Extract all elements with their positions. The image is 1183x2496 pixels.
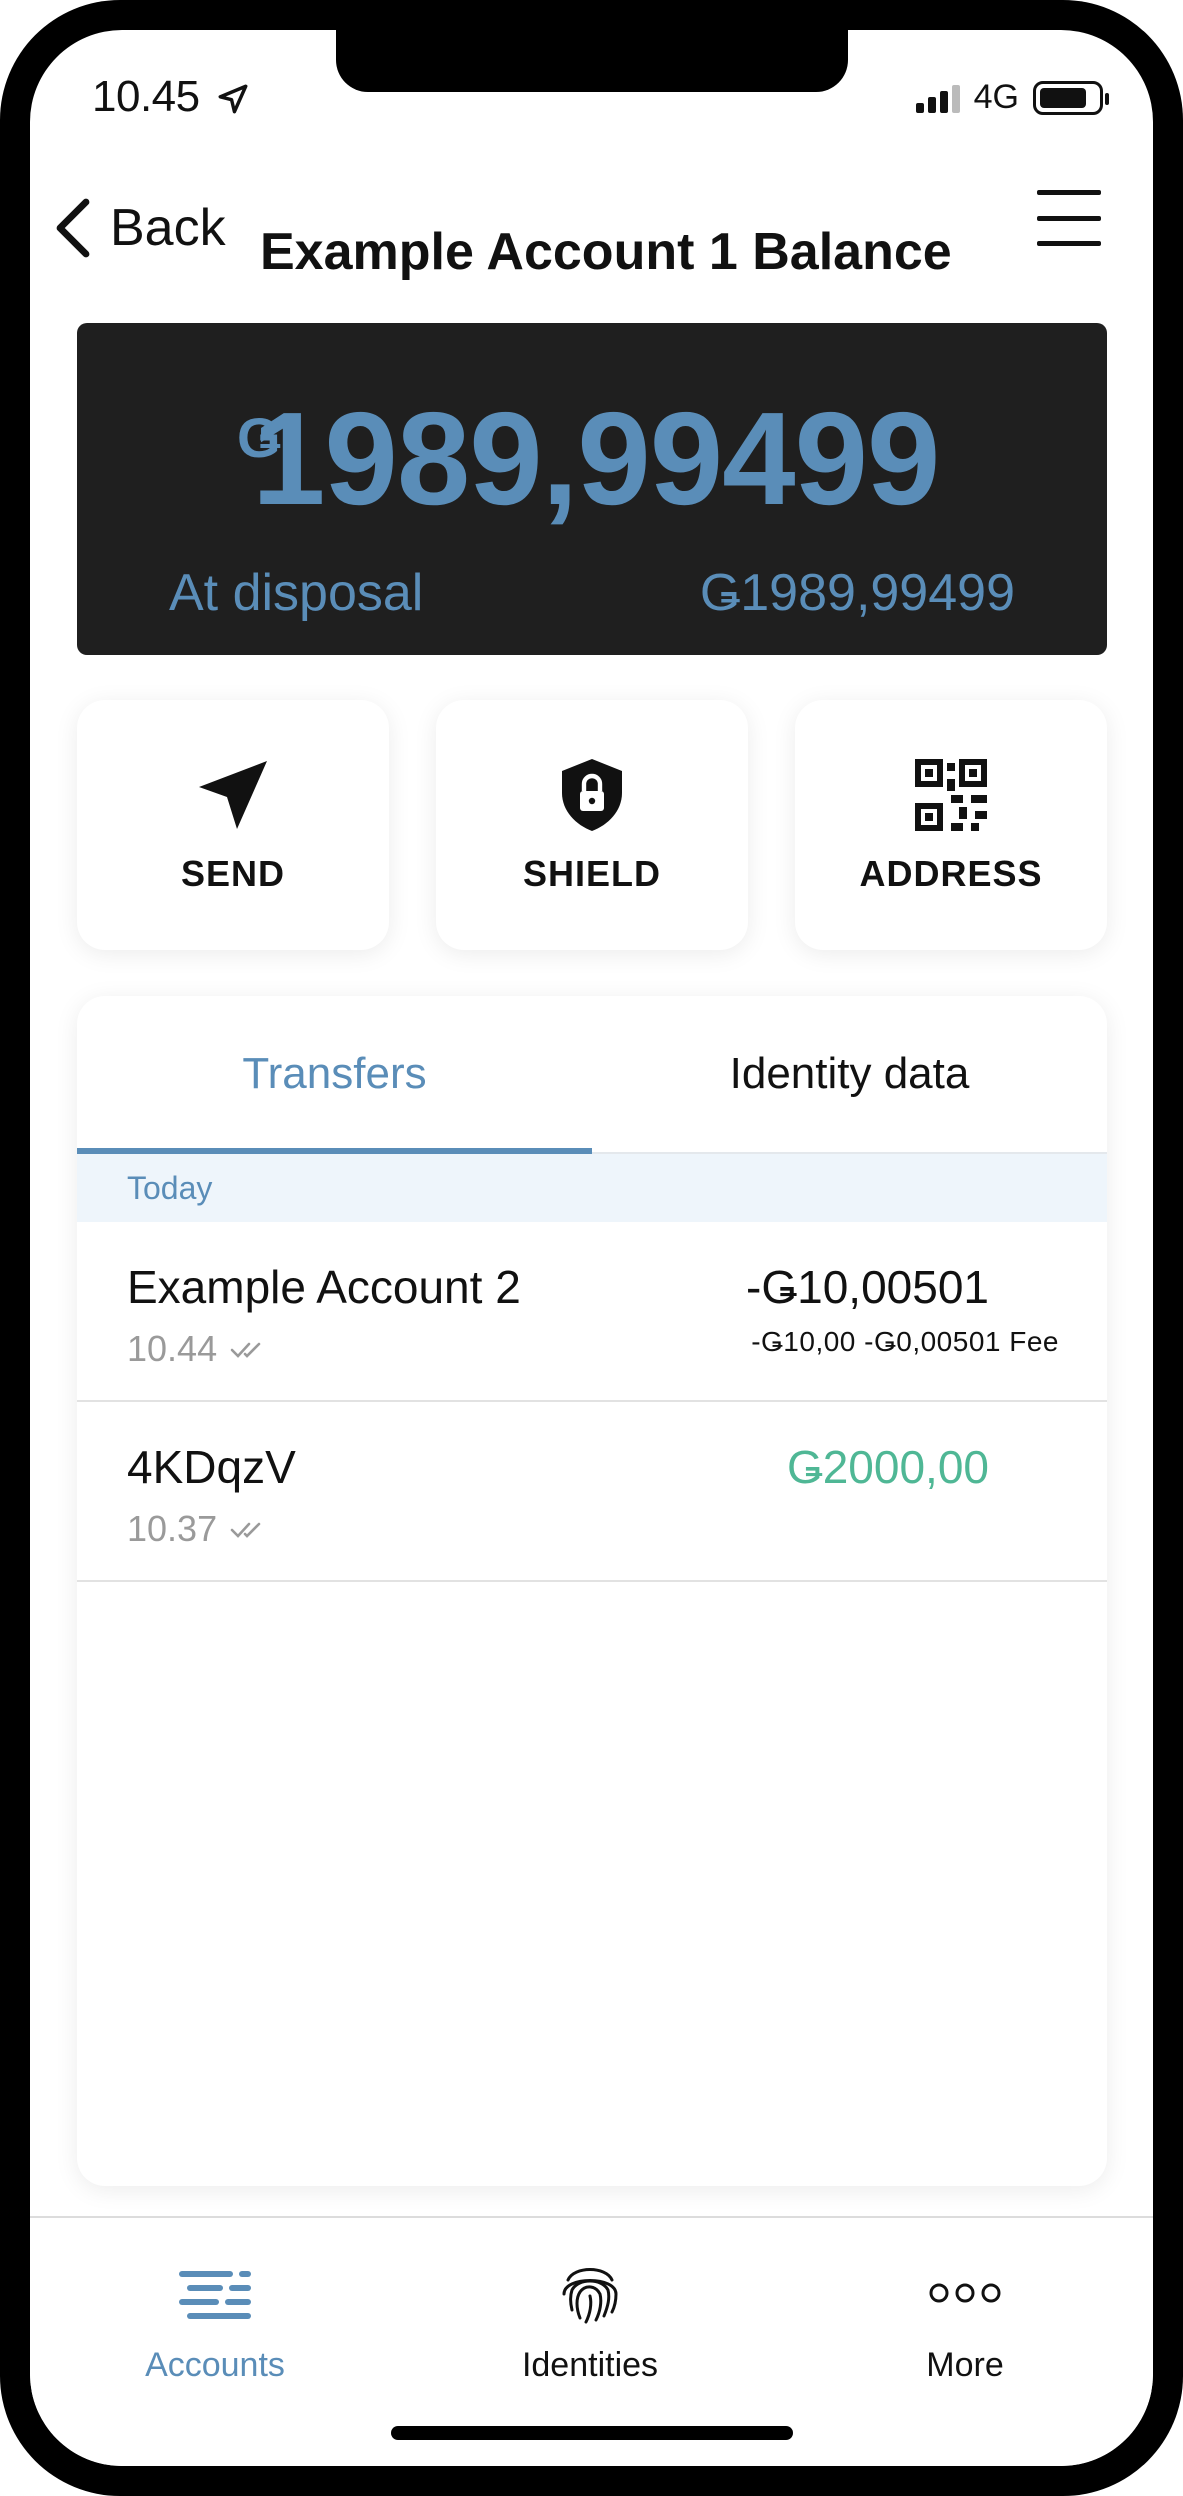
list-lines-icon xyxy=(179,2271,251,2319)
page-title: Example Account 1 Balance xyxy=(260,223,952,281)
signal-icon xyxy=(915,83,960,113)
transaction-amount: -Ǥ10,00501 xyxy=(746,1261,989,1313)
nav-identities-label: Identities xyxy=(521,2346,659,2384)
nav-accounts[interactable]: Accounts xyxy=(85,2258,345,2385)
transaction-name: 4KDqzV xyxy=(127,1441,296,1493)
tab-bar: Transfers Identity data xyxy=(77,996,1107,1154)
double-check-icon xyxy=(230,1522,261,1538)
device-notch xyxy=(336,30,848,92)
send-button[interactable]: SEND xyxy=(77,700,389,950)
tab-transfers[interactable]: Transfers xyxy=(77,996,592,1152)
at-disposal-value: Ǥ1989,99499 xyxy=(699,564,1015,622)
transaction-time: 10.37 xyxy=(127,1508,269,1550)
address-button[interactable]: ADDRESS xyxy=(795,700,1107,950)
transaction-fee-breakdown: -Ǥ10,00 -Ǥ0,00501 Fee xyxy=(751,1326,1059,1357)
transaction-name: Example Account 2 xyxy=(127,1261,521,1313)
nav-identities[interactable]: Identities xyxy=(460,2258,720,2385)
address-label: ADDRESS xyxy=(859,853,1043,894)
tab-identity-data[interactable]: Identity data xyxy=(592,996,1107,1152)
transaction-row[interactable]: 4KDqzV 10.37 Ǥ2000,00 xyxy=(77,1402,1107,1582)
balance-amount: 1989,99499 xyxy=(252,385,940,532)
battery-icon xyxy=(1033,80,1109,115)
back-label: Back xyxy=(110,199,226,257)
section-header-today: Today xyxy=(77,1154,1107,1222)
transfers-panel: Transfers Identity data Today Example Ac… xyxy=(77,996,1107,2186)
home-indicator xyxy=(391,2426,793,2440)
transaction-time-text: 10.37 xyxy=(127,1508,218,1549)
shield-button[interactable]: SHIELD xyxy=(436,700,748,950)
send-label: SEND xyxy=(180,853,286,894)
transaction-time-text: 10.44 xyxy=(127,1328,218,1369)
transaction-amount: Ǥ2000,00 xyxy=(786,1441,989,1493)
shield-label: SHIELD xyxy=(522,853,661,894)
location-arrow-icon xyxy=(218,84,248,114)
status-indicators: 4G xyxy=(915,78,1109,117)
shield-lock-icon xyxy=(562,759,622,831)
chevron-left-icon xyxy=(56,198,90,258)
transaction-row[interactable]: Example Account 2 10.44 -Ǥ10,00501 -Ǥ10,… xyxy=(77,1222,1107,1402)
nav-more[interactable]: More xyxy=(835,2258,1095,2385)
back-button[interactable]: Back xyxy=(52,196,226,260)
status-time: 10.45 xyxy=(92,72,200,121)
hamburger-menu-icon[interactable] xyxy=(1037,190,1101,246)
transaction-time: 10.44 xyxy=(127,1328,269,1370)
paper-plane-icon xyxy=(199,761,267,829)
three-dots-icon xyxy=(929,2283,1001,2303)
action-buttons: SEND SHIELD ADDRESS xyxy=(77,700,1107,950)
network-label: 4G xyxy=(973,78,1019,116)
phone-frame: 10.45 4G Back Example Account 1 Balance … xyxy=(0,0,1183,2496)
active-tab-indicator xyxy=(77,1148,592,1154)
qr-code-icon xyxy=(915,759,987,831)
app-screen: 10.45 4G Back Example Account 1 Balance … xyxy=(30,30,1153,2466)
nav-more-label: More xyxy=(926,2346,1004,2384)
balance-card: Ǥ 1989,99499 At disposal Ǥ1989,99499 xyxy=(77,323,1107,655)
double-check-icon xyxy=(230,1342,261,1358)
at-disposal-label: At disposal xyxy=(169,564,424,622)
fingerprint-icon xyxy=(562,2268,618,2324)
nav-accounts-label: Accounts xyxy=(145,2346,285,2384)
